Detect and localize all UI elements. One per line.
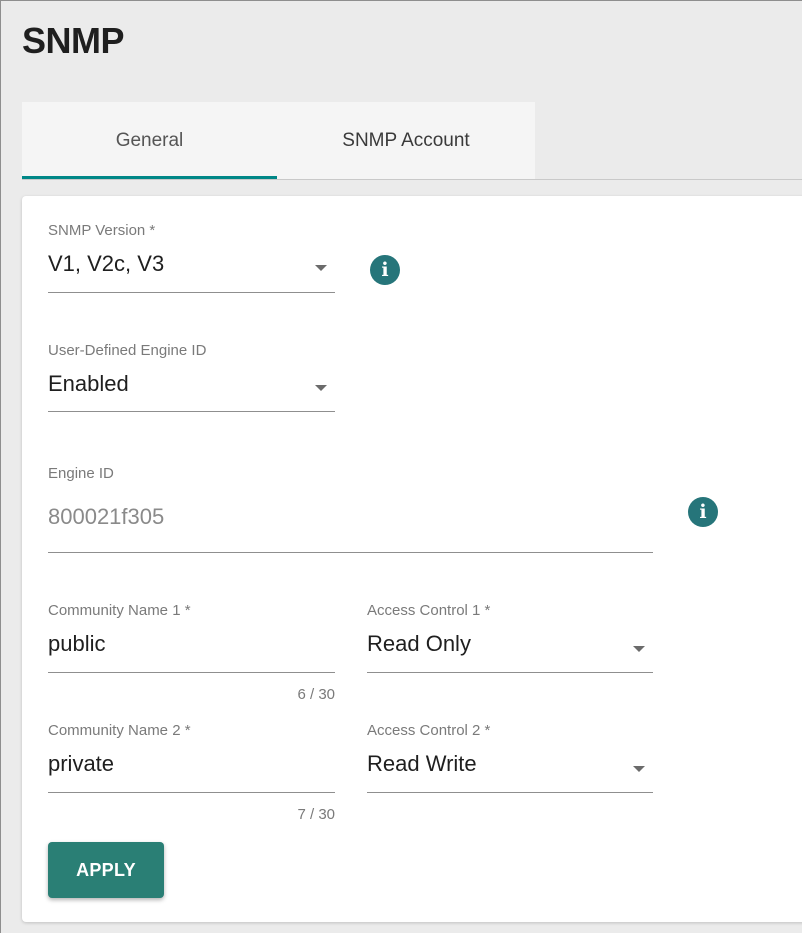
snmp-version-value: V1, V2c, V3 <box>48 251 165 276</box>
access-control-2-select[interactable]: Access Control 2 * Read Write <box>367 722 653 794</box>
access-control-1-select[interactable]: Access Control 1 * Read Only <box>367 602 653 674</box>
community-name-1-label: Community Name 1 * <box>48 602 191 619</box>
community-name-2-underline <box>48 792 335 793</box>
community-name-2-field[interactable]: Community Name 2 * private <box>48 722 335 794</box>
chevron-down-icon <box>315 385 327 391</box>
info-icon[interactable]: i <box>688 497 718 527</box>
tab-snmp-account-label: SNMP Account <box>342 129 470 151</box>
engine-id-label: Engine ID <box>48 465 114 482</box>
community-name-1-field[interactable]: Community Name 1 * public <box>48 602 335 674</box>
engine-id-input[interactable]: 800021f305 <box>48 504 653 530</box>
access-control-1-underline <box>367 672 653 673</box>
community-name-1-input[interactable]: public <box>48 631 335 657</box>
snmp-version-label: SNMP Version * <box>48 222 156 239</box>
community-name-1-underline <box>48 672 335 673</box>
user-defined-engine-id-label: User-Defined Engine ID <box>48 342 207 359</box>
tab-divider <box>22 179 802 180</box>
chevron-down-icon <box>633 646 645 652</box>
snmp-version-select[interactable]: SNMP Version * V1, V2c, V3 <box>48 222 335 294</box>
engine-id-field[interactable]: Engine ID 800021f305 <box>48 465 653 555</box>
tab-bar: General SNMP Account <box>22 102 802 180</box>
access-control-1-value: Read Only <box>367 631 471 656</box>
apply-button[interactable]: APPLY <box>48 842 164 898</box>
chevron-down-icon <box>633 766 645 772</box>
access-control-2-label: Access Control 2 * <box>367 722 491 739</box>
community-name-2-input[interactable]: private <box>48 751 335 777</box>
access-control-2-underline <box>367 792 653 793</box>
tab-snmp-account[interactable]: SNMP Account <box>277 102 535 179</box>
user-defined-engine-id-select[interactable]: User-Defined Engine ID Enabled <box>48 342 335 414</box>
tab-general[interactable]: General <box>22 102 277 180</box>
chevron-down-icon <box>315 265 327 271</box>
community-name-2-counter: 7 / 30 <box>297 806 335 823</box>
community-name-1-counter: 6 / 30 <box>297 686 335 703</box>
settings-card <box>22 196 802 922</box>
page-title: SNMP <box>22 20 125 61</box>
engine-id-underline <box>48 552 653 553</box>
user-defined-engine-id-underline <box>48 411 335 412</box>
tab-general-label: General <box>115 129 184 151</box>
user-defined-engine-id-value: Enabled <box>48 371 129 396</box>
snmp-version-underline <box>48 292 335 293</box>
access-control-1-label: Access Control 1 * <box>367 602 491 619</box>
access-control-2-value: Read Write <box>367 751 477 776</box>
info-icon[interactable]: i <box>370 255 400 285</box>
community-name-2-label: Community Name 2 * <box>48 722 191 739</box>
